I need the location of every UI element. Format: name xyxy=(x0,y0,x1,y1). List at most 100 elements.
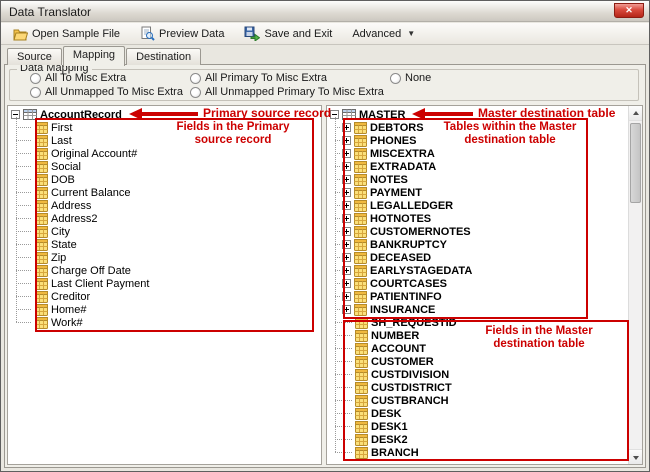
toolbar-button-open-sample-file[interactable]: Open Sample File xyxy=(9,25,124,43)
expand-icon[interactable] xyxy=(342,240,351,249)
table-item-icon xyxy=(355,395,368,407)
radio-circle-icon[interactable] xyxy=(190,87,201,98)
toolbar-button-advanced[interactable]: Advanced▼ xyxy=(348,26,419,42)
radio-circle-icon[interactable] xyxy=(390,73,401,84)
table-item-icon xyxy=(35,291,48,303)
source-field-social[interactable]: Social xyxy=(8,160,321,173)
tree-root-accountrecord[interactable]: AccountRecord xyxy=(8,108,321,121)
destination-table-phones[interactable]: PHONES xyxy=(327,134,628,147)
destination-field-desk1[interactable]: DESK1 xyxy=(327,420,628,433)
destination-field-sh-requestid[interactable]: SH_REQUESTID xyxy=(327,316,628,329)
source-field-last-client-payment[interactable]: Last Client Payment xyxy=(8,277,321,290)
scrollbar-thumb[interactable] xyxy=(630,123,641,203)
destination-field-custdistrict[interactable]: CUSTDISTRICT xyxy=(327,381,628,394)
expand-icon[interactable] xyxy=(342,188,351,197)
destination-field-desk[interactable]: DESK xyxy=(327,407,628,420)
table-item-icon xyxy=(355,421,368,433)
destination-tree-panel[interactable]: MASTERDEBTORSPHONESMISCEXTRAEXTRADATANOT… xyxy=(326,105,643,465)
destination-table-deceased[interactable]: DECEASED xyxy=(327,251,628,264)
expand-icon[interactable] xyxy=(342,175,351,184)
source-field-address[interactable]: Address xyxy=(8,199,321,212)
expand-icon[interactable] xyxy=(342,201,351,210)
destination-table-patientinfo[interactable]: PATIENTINFO xyxy=(327,290,628,303)
radio-circle-icon[interactable] xyxy=(30,73,41,84)
toolbar-button-preview-data[interactable]: Preview Data xyxy=(136,24,228,43)
destination-field-custbranch[interactable]: CUSTBRANCH xyxy=(327,394,628,407)
source-tree-panel[interactable]: AccountRecordFirstLastOriginal Account#S… xyxy=(7,105,322,465)
close-button[interactable]: ✕ xyxy=(614,3,644,18)
destination-table-earlystagedata[interactable]: EARLYSTAGEDATA xyxy=(327,264,628,277)
destination-table-extradata[interactable]: EXTRADATA xyxy=(327,160,628,173)
tab-destination[interactable]: Destination xyxy=(126,48,201,65)
destination-table-insurance[interactable]: INSURANCE xyxy=(327,303,628,316)
destination-table-bankruptcy[interactable]: BANKRUPTCY xyxy=(327,238,628,251)
destination-table-notes[interactable]: NOTES xyxy=(327,173,628,186)
destination-table-debtors[interactable]: DEBTORS xyxy=(327,121,628,134)
expand-icon[interactable] xyxy=(342,162,351,171)
radio-all-primary-to-misc-extra[interactable]: All Primary To Misc Extra xyxy=(190,72,327,84)
destination-table-payment[interactable]: PAYMENT xyxy=(327,186,628,199)
source-field-first[interactable]: First xyxy=(8,121,321,134)
tree-item-label: LEGALLEDGER xyxy=(370,200,453,212)
scroll-down-button[interactable] xyxy=(629,449,642,464)
radio-all-unmapped-to-misc-extra[interactable]: All Unmapped To Misc Extra xyxy=(30,86,183,98)
destination-field-customer[interactable]: CUSTOMER xyxy=(327,355,628,368)
tree-item-label: Home# xyxy=(51,304,86,316)
expand-icon[interactable] xyxy=(342,266,351,275)
vertical-scrollbar[interactable] xyxy=(628,106,642,464)
table-item-icon xyxy=(354,135,367,147)
expand-icon[interactable] xyxy=(342,292,351,301)
radio-all-to-misc-extra[interactable]: All To Misc Extra xyxy=(30,72,126,84)
expand-icon[interactable] xyxy=(342,305,351,314)
destination-field-branch[interactable]: BRANCH xyxy=(327,446,628,459)
source-field-address2[interactable]: Address2 xyxy=(8,212,321,225)
tree-root-master[interactable]: MASTER xyxy=(327,108,628,121)
table-item-icon xyxy=(355,408,368,420)
source-field-original-account[interactable]: Original Account# xyxy=(8,147,321,160)
tree-item-label: EARLYSTAGEDATA xyxy=(370,265,472,277)
tree-item-label: BRANCH xyxy=(371,447,419,459)
scroll-up-button[interactable] xyxy=(629,106,642,121)
source-field-city[interactable]: City xyxy=(8,225,321,238)
toolbar-button-label: Preview Data xyxy=(159,28,224,40)
expand-icon[interactable] xyxy=(342,279,351,288)
tree-item-label: INSURANCE xyxy=(370,304,435,316)
tree-item-label: CUSTDIVISION xyxy=(371,369,449,381)
destination-table-courtcases[interactable]: COURTCASES xyxy=(327,277,628,290)
source-field-work[interactable]: Work# xyxy=(8,316,321,329)
title-bar[interactable]: Data Translator ✕ xyxy=(1,1,649,22)
source-field-current-balance[interactable]: Current Balance xyxy=(8,186,321,199)
destination-table-miscextra[interactable]: MISCEXTRA xyxy=(327,147,628,160)
source-field-last[interactable]: Last xyxy=(8,134,321,147)
radio-none[interactable]: None xyxy=(390,72,431,84)
destination-table-customernotes[interactable]: CUSTOMERNOTES xyxy=(327,225,628,238)
source-field-charge-off-date[interactable]: Charge Off Date xyxy=(8,264,321,277)
tree-item-label: AccountRecord xyxy=(40,109,122,121)
source-field-zip[interactable]: Zip xyxy=(8,251,321,264)
destination-field-custdivision[interactable]: CUSTDIVISION xyxy=(327,368,628,381)
destination-table-hotnotes[interactable]: HOTNOTES xyxy=(327,212,628,225)
tab-mapping[interactable]: Mapping xyxy=(63,46,125,66)
tab-source[interactable]: Source xyxy=(7,48,62,65)
destination-field-number[interactable]: NUMBER xyxy=(327,329,628,342)
destination-field-desk2[interactable]: DESK2 xyxy=(327,433,628,446)
table-item-icon xyxy=(355,434,368,446)
data-mapping-group: Data Mapping All To Misc ExtraAll Primar… xyxy=(9,69,639,101)
expand-icon[interactable] xyxy=(342,253,351,262)
source-field-home[interactable]: Home# xyxy=(8,303,321,316)
radio-all-unmapped-primary-to-misc-extra[interactable]: All Unmapped Primary To Misc Extra xyxy=(190,86,384,98)
source-field-dob[interactable]: DOB xyxy=(8,173,321,186)
expand-icon[interactable] xyxy=(342,123,351,132)
destination-field-account[interactable]: ACCOUNT xyxy=(327,342,628,355)
expand-icon[interactable] xyxy=(342,149,351,158)
toolbar-button-save-and-exit[interactable]: Save and Exit xyxy=(240,24,336,43)
destination-table-legalledger[interactable]: LEGALLEDGER xyxy=(327,199,628,212)
expand-icon[interactable] xyxy=(342,214,351,223)
expand-icon[interactable] xyxy=(342,227,351,236)
radio-circle-icon[interactable] xyxy=(30,87,41,98)
source-field-creditor[interactable]: Creditor xyxy=(8,290,321,303)
source-field-state[interactable]: State xyxy=(8,238,321,251)
expand-icon[interactable] xyxy=(342,136,351,145)
radio-circle-icon[interactable] xyxy=(190,73,201,84)
table-item-icon xyxy=(354,291,367,303)
